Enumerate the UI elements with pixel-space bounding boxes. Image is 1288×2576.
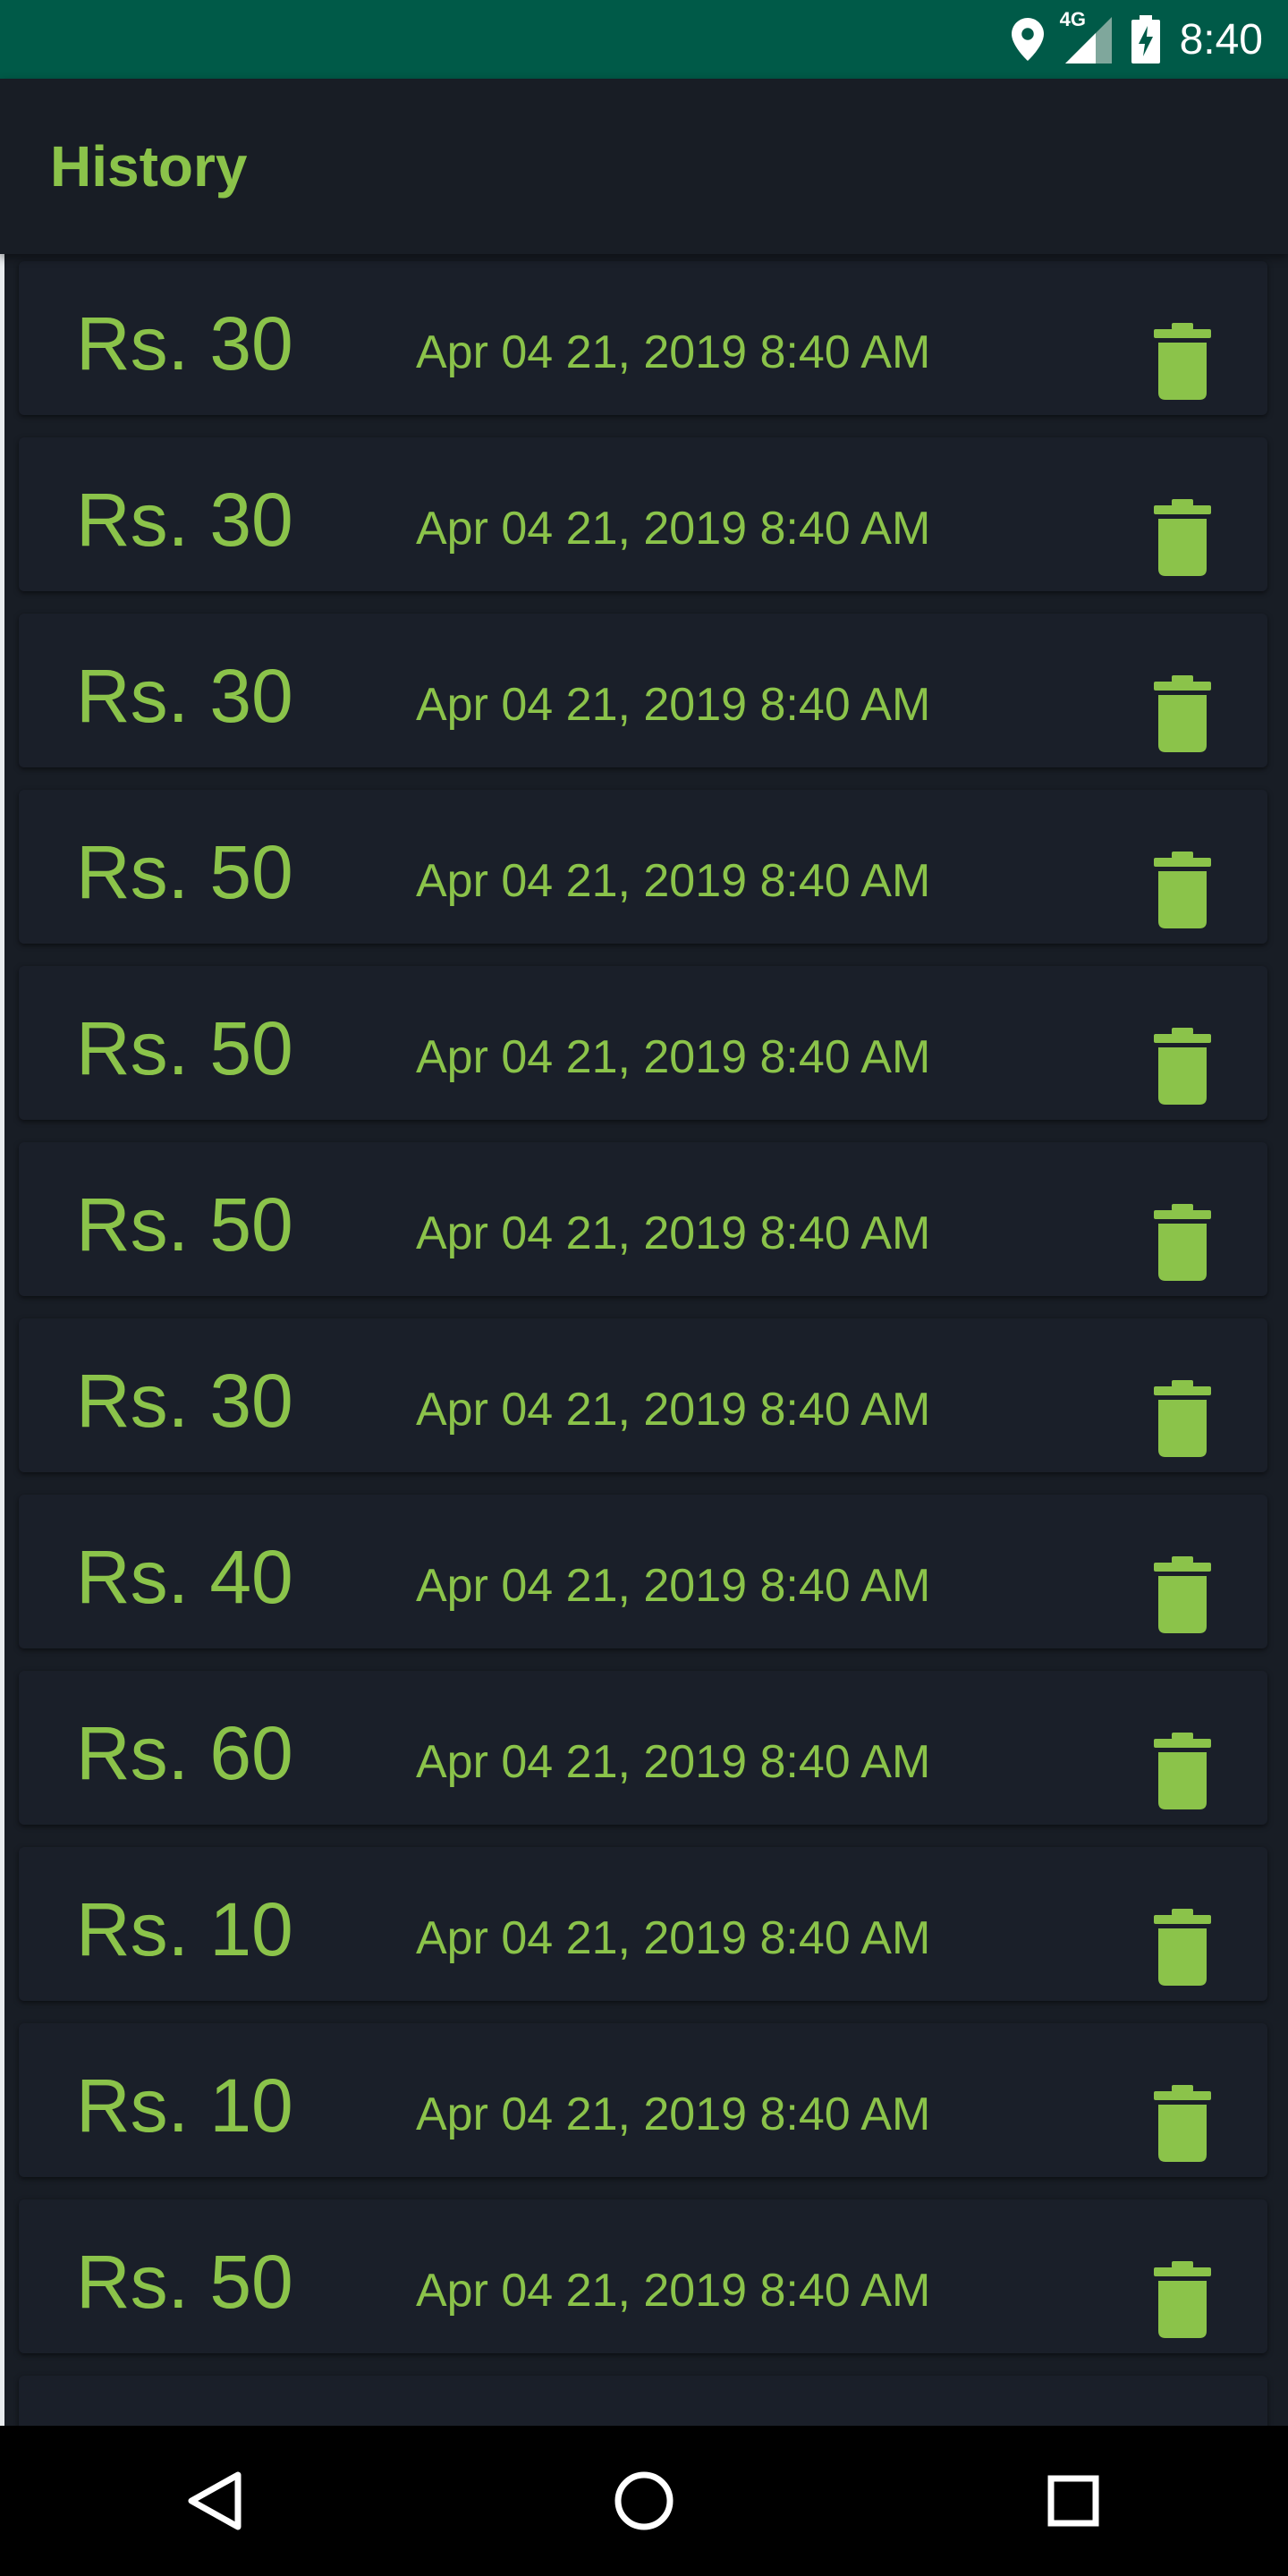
back-icon (188, 2471, 242, 2530)
delete-icon (1154, 2085, 1211, 2162)
delete-button[interactable] (1142, 317, 1223, 406)
history-row[interactable]: Rs. 50 Apr 04 21, 2019 8:40 AM (19, 2199, 1267, 2353)
delete-button[interactable] (1142, 1198, 1223, 1287)
delete-icon (1154, 1380, 1211, 1457)
history-date: Apr 04 21, 2019 8:40 AM (416, 1560, 931, 1612)
delete-button[interactable] (1142, 1902, 1223, 1992)
delete-button[interactable] (1142, 669, 1223, 758)
app-bar: History (0, 79, 1288, 254)
history-amount: Rs. 50 (76, 1182, 293, 1267)
history-row[interactable]: Rs. 30 Apr 04 21, 2019 8:40 AM (19, 261, 1267, 415)
history-amount: Rs. 30 (76, 654, 293, 738)
history-amount: Rs. 50 (76, 2240, 293, 2324)
history-amount: Rs. 30 (76, 1359, 293, 1443)
history-date: Apr 04 21, 2019 8:40 AM (416, 326, 931, 378)
history-amount: Rs. 50 (76, 830, 293, 914)
history-date: Apr 04 21, 2019 8:40 AM (416, 1031, 931, 1083)
delete-icon (1154, 2261, 1211, 2338)
history-date: Apr 04 21, 2019 8:40 AM (416, 1384, 931, 1436)
history-row[interactable]: Rs. 60 Apr 04 21, 2019 8:40 AM (19, 1671, 1267, 1825)
delete-button[interactable] (1142, 2255, 1223, 2344)
delete-icon (1154, 852, 1211, 928)
history-row-partial[interactable] (19, 2376, 1267, 2426)
delete-icon (1154, 1909, 1211, 1986)
history-date: Apr 04 21, 2019 8:40 AM (416, 1736, 931, 1788)
history-date: Apr 04 21, 2019 8:40 AM (416, 2265, 931, 2317)
history-row[interactable]: Rs. 10 Apr 04 21, 2019 8:40 AM (19, 1847, 1267, 2001)
recents-icon (1047, 2475, 1099, 2527)
delete-icon (1154, 675, 1211, 752)
delete-button[interactable] (1142, 1726, 1223, 1816)
delete-icon (1154, 1204, 1211, 1281)
history-date: Apr 04 21, 2019 8:40 AM (416, 1208, 931, 1259)
history-date: Apr 04 21, 2019 8:40 AM (416, 855, 931, 907)
history-list[interactable]: Rs. 30 Apr 04 21, 2019 8:40 AM Rs. 30 Apr 0… (0, 254, 1288, 2426)
history-date: Apr 04 21, 2019 8:40 AM (416, 1912, 931, 1964)
delete-button[interactable] (1142, 1550, 1223, 1640)
history-row[interactable]: Rs. 50 Apr 04 21, 2019 8:40 AM (19, 966, 1267, 1120)
delete-button[interactable] (1142, 1021, 1223, 1111)
history-row[interactable]: Rs. 10 Apr 04 21, 2019 8:40 AM (19, 2023, 1267, 2177)
history-row[interactable]: Rs. 30 Apr 04 21, 2019 8:40 AM (19, 437, 1267, 591)
recents-button[interactable] (1002, 2447, 1145, 2555)
delete-icon (1154, 1733, 1211, 1809)
history-amount: Rs. 30 (76, 478, 293, 562)
delete-icon (1154, 1556, 1211, 1633)
history-amount: Rs. 60 (76, 1711, 293, 1795)
signal-icon: 4G (1060, 8, 1112, 64)
delete-button[interactable] (1142, 845, 1223, 935)
history-row[interactable]: Rs. 40 Apr 04 21, 2019 8:40 AM (19, 1495, 1267, 1648)
location-icon (1011, 18, 1044, 61)
delete-icon (1154, 1028, 1211, 1105)
delete-button[interactable] (1142, 2079, 1223, 2168)
history-row[interactable]: Rs. 30 Apr 04 21, 2019 8:40 AM (19, 614, 1267, 767)
status-time: 8:40 (1179, 15, 1263, 64)
navigation-bar (0, 2426, 1288, 2576)
history-date: Apr 04 21, 2019 8:40 AM (416, 679, 931, 731)
history-amount: Rs. 50 (76, 1006, 293, 1090)
back-button[interactable] (143, 2447, 286, 2555)
history-amount: Rs. 10 (76, 2063, 293, 2148)
history-row[interactable]: Rs. 50 Apr 04 21, 2019 8:40 AM (19, 790, 1267, 944)
delete-icon (1154, 499, 1211, 576)
home-button[interactable] (572, 2447, 716, 2555)
history-row[interactable]: Rs. 50 Apr 04 21, 2019 8:40 AM (19, 1142, 1267, 1296)
delete-icon (1154, 323, 1211, 400)
history-date: Apr 04 21, 2019 8:40 AM (416, 503, 931, 555)
history-row[interactable]: Rs. 30 Apr 04 21, 2019 8:40 AM (19, 1318, 1267, 1472)
page-title: History (50, 134, 248, 199)
history-amount: Rs. 10 (76, 1887, 293, 1971)
home-icon (614, 2471, 674, 2530)
history-amount: Rs. 30 (76, 301, 293, 386)
status-bar: 4G 8:40 (0, 0, 1288, 79)
history-amount: Rs. 40 (76, 1535, 293, 1619)
history-date: Apr 04 21, 2019 8:40 AM (416, 2089, 931, 2140)
network-type: 4G (1059, 8, 1086, 30)
delete-button[interactable] (1142, 1374, 1223, 1463)
delete-button[interactable] (1142, 493, 1223, 582)
battery-charging-icon (1131, 15, 1160, 64)
